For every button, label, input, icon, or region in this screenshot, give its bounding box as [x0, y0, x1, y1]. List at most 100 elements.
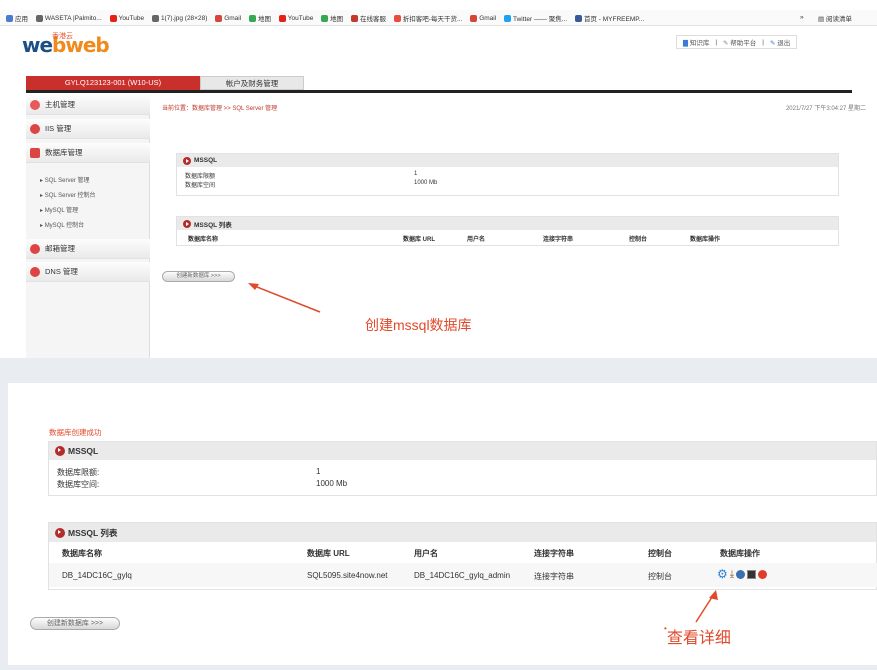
space-label: 数据库空间: — [57, 480, 100, 489]
bookmark-item[interactable]: YouTube — [278, 10, 314, 26]
bookmarks-bar: 应用 WASETA |Palmito... YouTube 1(7).jpg (… — [0, 10, 877, 26]
bookmark-item[interactable]: 地图 — [248, 10, 271, 26]
reading-list-button[interactable]: ▤ 阅读清单 — [818, 13, 852, 23]
section-title: MSSQL — [68, 446, 99, 456]
bookmark-item[interactable]: YouTube — [109, 10, 145, 26]
quota-value: 1 — [414, 171, 418, 177]
gear-icon[interactable]: ⚙ — [717, 568, 728, 580]
delete-icon[interactable] — [758, 569, 768, 579]
annotation-bottom: •查看详细 — [664, 624, 731, 648]
bookmark-label: 1(7).jpg (28×28) — [160, 14, 208, 22]
bookmark-item[interactable]: WASETA |Palmito... — [35, 10, 102, 26]
bookmark-item[interactable]: 1(7).jpg (28×28) — [151, 10, 208, 26]
sidebar: 主机管理 IIS 管理 数据库管理 ▸ SQL Server 管理 ▸ SQL … — [26, 95, 150, 358]
sidebar-item-dns[interactable]: DNS 管理 — [26, 262, 150, 282]
bookmark-item[interactable]: 在线客服 — [350, 10, 386, 26]
sidebar-item-iis[interactable]: IIS 管理 — [26, 119, 150, 139]
subitem-mysql-console[interactable]: ▸ MySQL 控制台 — [40, 220, 84, 229]
logo-subtext: 香港云 — [52, 33, 73, 40]
mail-icon — [30, 243, 40, 254]
quota-label: 数据库限额 — [185, 174, 216, 180]
bookmark-label: YouTube — [118, 14, 145, 22]
subitem-sqlserver-console[interactable]: ▸ SQL Server 控制台 — [40, 190, 95, 199]
host-icon — [30, 99, 40, 110]
logo-part: we — [22, 33, 53, 57]
bookmark-label: Twitter —— 聚焦... — [512, 16, 568, 23]
globe-icon[interactable] — [736, 569, 746, 579]
subitem-mysql-manage[interactable]: ▸ MySQL 管理 — [40, 205, 78, 214]
tab-account[interactable]: GYLQ123123-001 (W10-US) — [26, 76, 200, 90]
column-header: 控制台 — [629, 237, 648, 243]
bookmark-label: 折扣客吧-每天干货... — [402, 16, 463, 23]
bookmark-item[interactable]: 折扣客吧-每天干货... — [393, 10, 463, 26]
gear-icon — [30, 123, 40, 134]
sidebar-item-database[interactable]: 数据库管理 — [26, 143, 150, 163]
tab-billing[interactable]: 帐户及财务管理 — [200, 76, 304, 90]
sidebar-label: 主机管理 — [45, 100, 75, 109]
create-database-button[interactable]: 创建新数据库 >>> — [30, 617, 120, 630]
quota-label: 数据库限额: — [57, 468, 100, 477]
console-link[interactable]: 控制台 — [648, 571, 672, 582]
mssql-list-header: MSSQL 列表 — [49, 523, 876, 542]
annotation-text: 查看详细 — [666, 630, 731, 647]
column-header: 数据库操作 — [720, 549, 760, 558]
bookmarks-overflow-icon[interactable]: » — [800, 14, 804, 21]
webweb-logo[interactable]: webweb 香港云 — [22, 33, 110, 59]
bookmark-item[interactable]: Gmail — [470, 10, 496, 26]
search-icon — [30, 266, 40, 277]
mssql-info-box-bottom: MSSQL 数据库限额: 1 数据库空间: 1000 Mb — [48, 441, 877, 496]
tab-bar: GYLQ123123-001 (W10-US) 帐户及财务管理 — [26, 76, 852, 93]
mssql-list-box-bottom: MSSQL 列表 数据库名称 数据库 URL 用户名 连接字符串 控制台 数据库… — [48, 522, 877, 590]
bookmark-item[interactable]: Twitter —— 聚焦... — [503, 10, 568, 26]
divider: | — [762, 38, 764, 46]
help-icon: ✎ — [723, 40, 729, 47]
column-header: 数据库名称 — [62, 549, 102, 558]
section-title: MSSQL — [194, 157, 218, 164]
subitem-label: SQL Server 管理 — [44, 178, 90, 184]
arrow-line — [251, 284, 321, 313]
mssql-list-header: MSSQL 列表 — [177, 217, 838, 230]
sidebar-item-mail[interactable]: 邮箱管理 — [26, 239, 150, 259]
help-link[interactable]: ✎ 帮助平台 — [723, 37, 756, 47]
bookmark-label: 首页 - MYFREEMP... — [583, 16, 645, 23]
quota-value: 1 — [316, 467, 321, 476]
column-header: 数据库操作 — [690, 237, 721, 243]
column-header: 用户名 — [414, 549, 438, 558]
subitem-sqlserver-manage[interactable]: ▸ SQL Server 管理 — [40, 175, 89, 184]
mssql-header: MSSQL — [177, 154, 838, 167]
create-database-button[interactable]: 创建新数据库 >>> — [162, 271, 235, 282]
logout-icon: ✎ — [769, 40, 776, 47]
bookmark-label: 地图 — [257, 16, 271, 23]
bookmark-item[interactable]: Gmail — [215, 10, 241, 26]
link-label: 知识库 — [689, 40, 710, 47]
subitem-label: MySQL 控制台 — [44, 223, 85, 229]
connection-string-link[interactable]: 连接字符串 — [534, 571, 574, 582]
column-header: 数据库 URL — [403, 237, 435, 243]
bookmark-label: YouTube — [287, 14, 314, 22]
annotation-text: 创建mssql数据库 — [365, 317, 472, 333]
divider: | — [715, 38, 718, 46]
sidebar-label: DNS 管理 — [45, 267, 78, 276]
bookmark-label: WASETA |Palmito... — [44, 14, 102, 22]
datetime: 2021/7/27 下午3:04:27 星期二 — [785, 106, 866, 112]
knowledge-base-link[interactable]: ▇ 知识库 — [683, 37, 709, 47]
grid-icon[interactable] — [747, 569, 757, 579]
section-title: MSSQL 列表 — [68, 527, 118, 538]
bookmark-item[interactable]: 地图 — [321, 10, 343, 26]
play-icon — [183, 156, 191, 165]
logout-link[interactable]: ✎ 退出 — [770, 37, 790, 47]
column-header: 数据库 URL — [307, 549, 350, 558]
database-icon — [30, 147, 40, 158]
success-message: 数据库创建成功 — [49, 428, 102, 437]
mssql-info-box: MSSQL 数据库限额 1 数据库空间 1000 Mb — [176, 153, 839, 196]
breadcrumb: 当前位置：数据库管理 >> SQL Server 管理 — [162, 106, 278, 112]
download-icon[interactable]: ⤓ — [730, 569, 734, 580]
bookmark-apps[interactable]: 应用 — [6, 10, 28, 26]
space-value: 1000 Mb — [414, 180, 438, 186]
bookmark-item[interactable]: 首页 - MYFREEMP... — [574, 10, 645, 26]
book-icon: ▇ — [683, 40, 688, 47]
column-header: 控制台 — [648, 549, 672, 558]
sidebar-label: IIS 管理 — [45, 124, 72, 133]
sidebar-item-host[interactable]: 主机管理 — [26, 95, 150, 115]
link-label: 退出 — [777, 40, 791, 47]
